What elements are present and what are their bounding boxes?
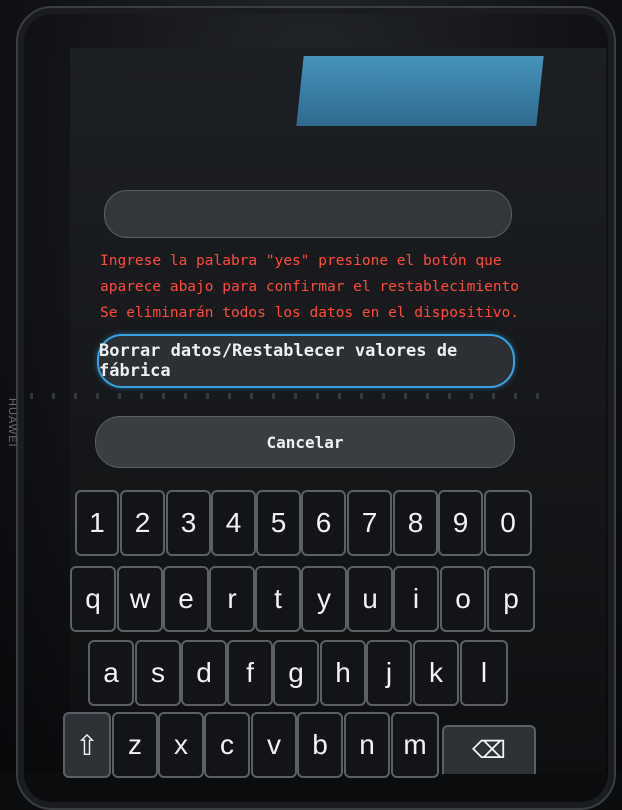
key-l[interactable]: l xyxy=(460,640,508,706)
key-v[interactable]: v xyxy=(251,712,297,778)
key-9[interactable]: 9 xyxy=(438,490,483,556)
key-7[interactable]: 7 xyxy=(347,490,392,556)
key-x[interactable]: x xyxy=(158,712,204,778)
key-g[interactable]: g xyxy=(273,640,319,706)
key-3[interactable]: 3 xyxy=(166,490,211,556)
cancel-button[interactable]: Cancelar xyxy=(95,416,515,468)
key-s[interactable]: s xyxy=(135,640,181,706)
screen-bezel-dots xyxy=(30,393,550,399)
key-2[interactable]: 2 xyxy=(120,490,165,556)
factory-reset-button[interactable]: Borrar datos/Restablecer valores de fábr… xyxy=(97,334,515,388)
confirmation-input[interactable] xyxy=(104,190,512,238)
key-w[interactable]: w xyxy=(117,566,163,632)
key-4[interactable]: 4 xyxy=(211,490,256,556)
key-m[interactable]: m xyxy=(391,712,439,778)
key-t[interactable]: t xyxy=(255,566,301,632)
backspace-icon: ⌫ xyxy=(472,737,506,764)
key-r[interactable]: r xyxy=(209,566,255,632)
warning-line-3: Se eliminarán todos los datos en el disp… xyxy=(100,305,520,321)
screen-reflection xyxy=(296,56,544,126)
warning-message: Ingrese la palabra "yes" presione el bot… xyxy=(100,248,520,326)
key-8[interactable]: 8 xyxy=(393,490,438,556)
key-y[interactable]: y xyxy=(301,566,347,632)
key-n[interactable]: n xyxy=(344,712,390,778)
warning-line-1: Ingrese la palabra "yes" presione el bot… xyxy=(100,253,502,269)
key-p[interactable]: p xyxy=(487,566,535,632)
key-6[interactable]: 6 xyxy=(301,490,346,556)
key-d[interactable]: d xyxy=(181,640,227,706)
key-1[interactable]: 1 xyxy=(75,490,119,556)
key-b[interactable]: b xyxy=(297,712,343,778)
shift-key[interactable]: ⇧ xyxy=(63,712,111,778)
key-f[interactable]: f xyxy=(227,640,273,706)
key-a[interactable]: a xyxy=(88,640,134,706)
key-k[interactable]: k xyxy=(413,640,459,706)
warning-line-2: aparece abajo para confirmar el restable… xyxy=(100,279,520,295)
key-0[interactable]: 0 xyxy=(484,490,532,556)
key-i[interactable]: i xyxy=(393,566,439,632)
shift-arrow-icon: ⇧ xyxy=(75,729,99,761)
device-brand-label: HUAWEI xyxy=(6,398,18,448)
key-c[interactable]: c xyxy=(204,712,250,778)
key-5[interactable]: 5 xyxy=(256,490,301,556)
key-e[interactable]: e xyxy=(163,566,209,632)
key-o[interactable]: o xyxy=(440,566,486,632)
key-h[interactable]: h xyxy=(320,640,366,706)
key-u[interactable]: u xyxy=(347,566,393,632)
key-z[interactable]: z xyxy=(112,712,158,778)
key-j[interactable]: j xyxy=(366,640,412,706)
backspace-key[interactable]: ⌫ xyxy=(442,725,536,774)
key-q[interactable]: q xyxy=(70,566,116,632)
